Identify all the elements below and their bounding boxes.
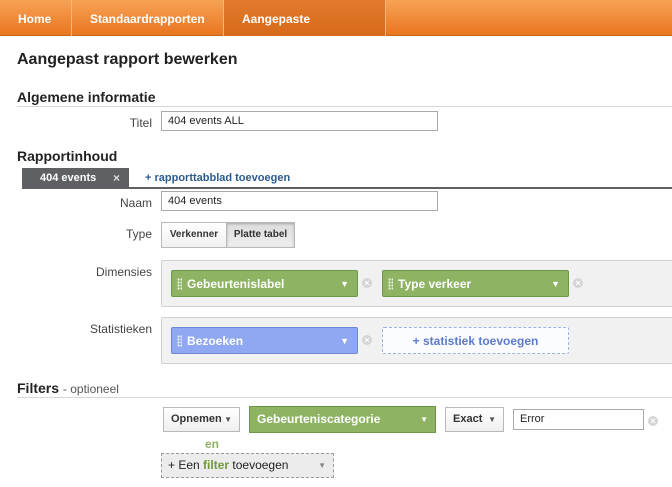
remove-icon[interactable]: × <box>362 278 372 288</box>
match-type-value: Exact <box>453 413 483 425</box>
chevron-down-icon: ▼ <box>224 415 232 424</box>
filter-value-input[interactable]: Error <box>513 409 644 430</box>
chevron-down-icon: ▼ <box>420 415 428 424</box>
drag-handle-icon[interactable] <box>177 278 182 290</box>
report-tab-label: 404 events <box>40 172 97 184</box>
filter-dimension-value: Gebeurteniscategorie <box>257 412 381 426</box>
close-icon[interactable]: × <box>113 168 120 188</box>
chevron-down-icon: ▼ <box>488 415 496 424</box>
tab-standard-reports[interactable]: Standaardrapporten <box>72 0 224 36</box>
tab-home[interactable]: Home <box>0 0 72 36</box>
name-input[interactable]: 404 events <box>161 191 438 211</box>
chevron-down-icon: ▼ <box>318 461 326 470</box>
type-label: Type <box>125 227 152 241</box>
match-type-select[interactable]: Exact ▼ <box>445 407 504 432</box>
metrics-label: Statistieken <box>89 322 152 336</box>
top-navigation: Home Standaardrapporten Aangepaste rappo… <box>0 0 672 64</box>
chevron-down-icon[interactable]: ▼ <box>340 328 349 354</box>
remove-icon[interactable]: × <box>362 335 372 345</box>
filters-title: Filters <box>17 380 60 396</box>
remove-icon[interactable]: × <box>648 416 658 426</box>
dimension-pill-traffic-type[interactable]: Type verkeer ▼ <box>382 270 569 297</box>
chevron-down-icon[interactable]: ▼ <box>340 271 349 297</box>
name-label: Naam <box>119 196 152 210</box>
section-filters-title: Filters - optioneel <box>17 380 119 396</box>
drag-handle-icon[interactable] <box>388 278 393 290</box>
section-divider <box>17 397 672 398</box>
type-option-flat-table[interactable]: Platte tabel <box>226 222 295 248</box>
section-content-title: Rapportinhoud <box>17 148 118 164</box>
type-option-explorer[interactable]: Verkenner <box>161 222 227 248</box>
remove-icon[interactable]: × <box>573 278 583 288</box>
drag-handle-icon[interactable] <box>177 335 182 347</box>
section-general-title: Algemene informatie <box>17 89 156 105</box>
dimensions-label: Dimensies <box>95 265 152 279</box>
add-metric-button[interactable]: + statistiek toevoegen <box>382 327 569 354</box>
page-title: Aangepast rapport bewerken <box>17 51 238 68</box>
include-select[interactable]: Opnemen ▼ <box>163 407 240 432</box>
and-label: en <box>205 437 220 451</box>
tab-custom-reports[interactable]: Aangepaste rapporten <box>224 0 386 64</box>
filter-dimension-select[interactable]: Gebeurteniscategorie ▼ <box>249 406 436 433</box>
title-label: Titel <box>129 116 152 130</box>
report-tab-underline <box>22 187 672 189</box>
dimension-label: Type verkeer <box>398 277 472 291</box>
filters-optional: - optioneel <box>62 382 119 396</box>
report-tab[interactable]: 404 events × <box>22 168 129 188</box>
add-filter-button[interactable]: + Een filter toevoegen ▼ <box>161 453 334 478</box>
chevron-down-icon[interactable]: ▼ <box>551 271 560 297</box>
dimension-label: Gebeurtenislabel <box>187 277 285 291</box>
add-filter-highlight: filter <box>203 458 230 472</box>
add-filter-suffix: toevoegen <box>229 458 289 472</box>
include-select-value: Opnemen <box>171 413 222 425</box>
metric-pill-visits[interactable]: Bezoeken ▼ <box>171 327 358 354</box>
dimension-pill-event-label[interactable]: Gebeurtenislabel ▼ <box>171 270 358 297</box>
add-filter-prefix: + Een <box>168 458 204 472</box>
title-input[interactable]: 404 events ALL <box>161 111 438 131</box>
metric-label: Bezoeken <box>187 334 244 348</box>
add-report-tab-link[interactable]: + rapporttabblad toevoegen <box>145 172 290 184</box>
section-divider <box>17 106 672 107</box>
